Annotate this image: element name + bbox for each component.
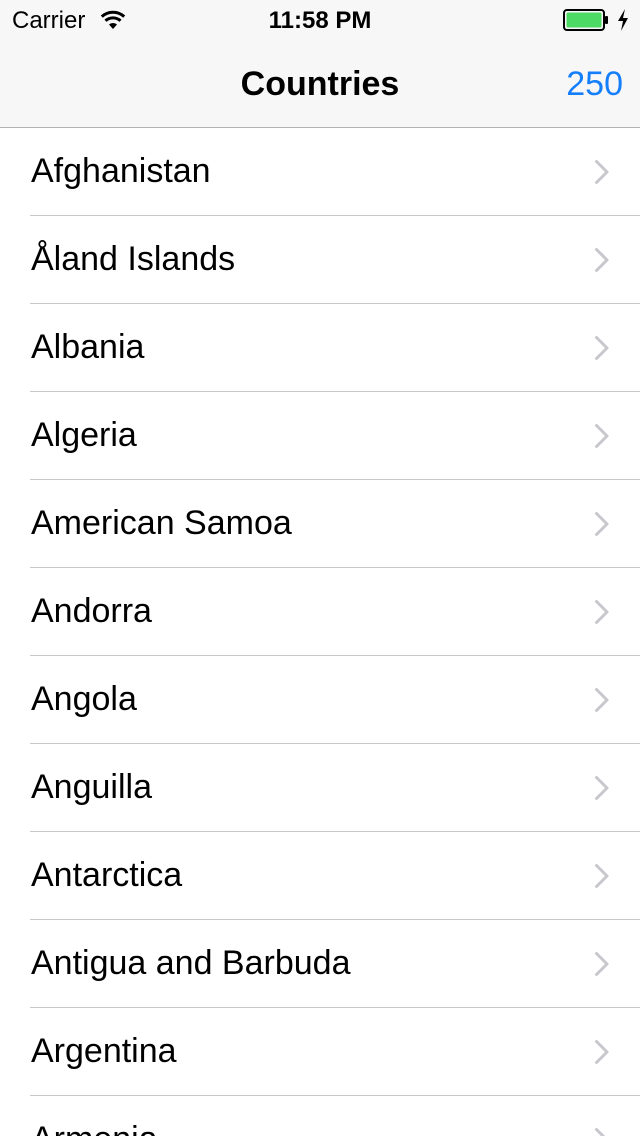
country-name: Anguilla (31, 768, 152, 806)
chevron-right-icon (595, 248, 609, 272)
country-row[interactable]: Albania (0, 304, 640, 392)
country-row[interactable]: Afghanistan (0, 128, 640, 216)
country-name: Andorra (31, 592, 152, 630)
country-name: Åland Islands (31, 240, 236, 278)
country-row[interactable]: Argentina (0, 1008, 640, 1096)
chevron-right-icon (595, 336, 609, 360)
country-row[interactable]: Åland Islands (0, 216, 640, 304)
country-name: Afghanistan (31, 152, 211, 190)
country-row[interactable]: Anguilla (0, 744, 640, 832)
chevron-right-icon (595, 864, 609, 888)
country-row[interactable]: Algeria (0, 392, 640, 480)
chevron-right-icon (595, 688, 609, 712)
country-name: Antigua and Barbuda (31, 944, 351, 982)
chevron-right-icon (595, 952, 609, 976)
country-row[interactable]: American Samoa (0, 480, 640, 568)
country-name: Algeria (31, 416, 137, 454)
country-count-button[interactable]: 250 (566, 40, 623, 128)
country-row[interactable]: Antigua and Barbuda (0, 920, 640, 1008)
country-list: Afghanistan Åland Islands Albania Algeria Am… (0, 128, 640, 1136)
charging-bolt-icon (618, 9, 628, 31)
status-time: 11:58 PM (268, 7, 372, 34)
screen: Carrier 11:58 PM Countries 250 Afghanist… (0, 0, 640, 1136)
chevron-right-icon (595, 600, 609, 624)
country-row[interactable]: Angola (0, 656, 640, 744)
status-bar: Carrier 11:58 PM (0, 0, 640, 40)
chevron-right-icon (595, 776, 609, 800)
country-name: Armenia (31, 1096, 158, 1136)
country-row[interactable]: Andorra (0, 568, 640, 656)
chevron-right-icon (595, 512, 609, 536)
country-name: American Samoa (31, 504, 292, 542)
battery-icon (563, 9, 608, 31)
country-name: Angola (31, 680, 137, 718)
country-name: Albania (31, 328, 145, 366)
country-row[interactable]: Antarctica (0, 832, 640, 920)
chevron-right-icon (595, 1128, 606, 1136)
page-title: Countries (240, 65, 400, 103)
country-name: Argentina (31, 1032, 177, 1070)
navigation-bar: Countries 250 (0, 40, 640, 128)
chevron-right-icon (595, 1040, 609, 1064)
chevron-right-icon (595, 424, 609, 448)
country-row[interactable]: Armenia (0, 1096, 640, 1136)
country-name: Antarctica (31, 856, 183, 894)
chevron-right-icon (595, 160, 609, 184)
